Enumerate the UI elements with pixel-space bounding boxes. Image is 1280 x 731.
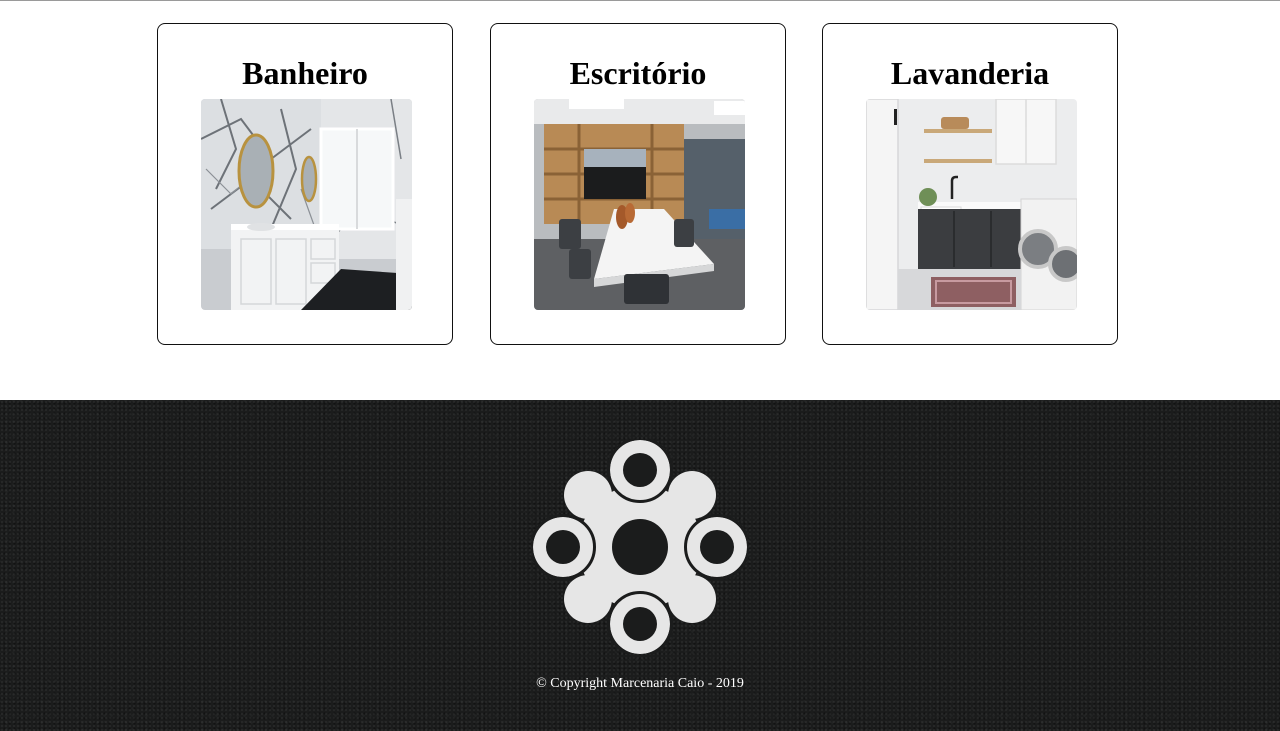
card-title: Escritório	[569, 55, 707, 91]
office-image[interactable]	[534, 99, 745, 310]
site-footer: © Copyright Marcenaria Caio - 2019	[0, 400, 1280, 731]
card-title: Lavanderia	[890, 55, 1050, 91]
flower-rings-logo[interactable]	[530, 437, 750, 657]
top-divider	[0, 0, 1280, 1]
laundry-image[interactable]	[866, 99, 1077, 310]
card-title: Banheiro	[242, 55, 368, 91]
bathroom-image[interactable]	[201, 99, 412, 310]
card-banheiro[interactable]: Banheiro	[157, 23, 453, 345]
card-escritorio[interactable]: Escritório	[490, 23, 786, 345]
card-lavanderia[interactable]: Lavanderia	[822, 23, 1118, 345]
copyright-text: © Copyright Marcenaria Caio - 2019	[536, 676, 744, 691]
room-cards: Banheiro Escritório Lavanderia	[157, 23, 1123, 348]
